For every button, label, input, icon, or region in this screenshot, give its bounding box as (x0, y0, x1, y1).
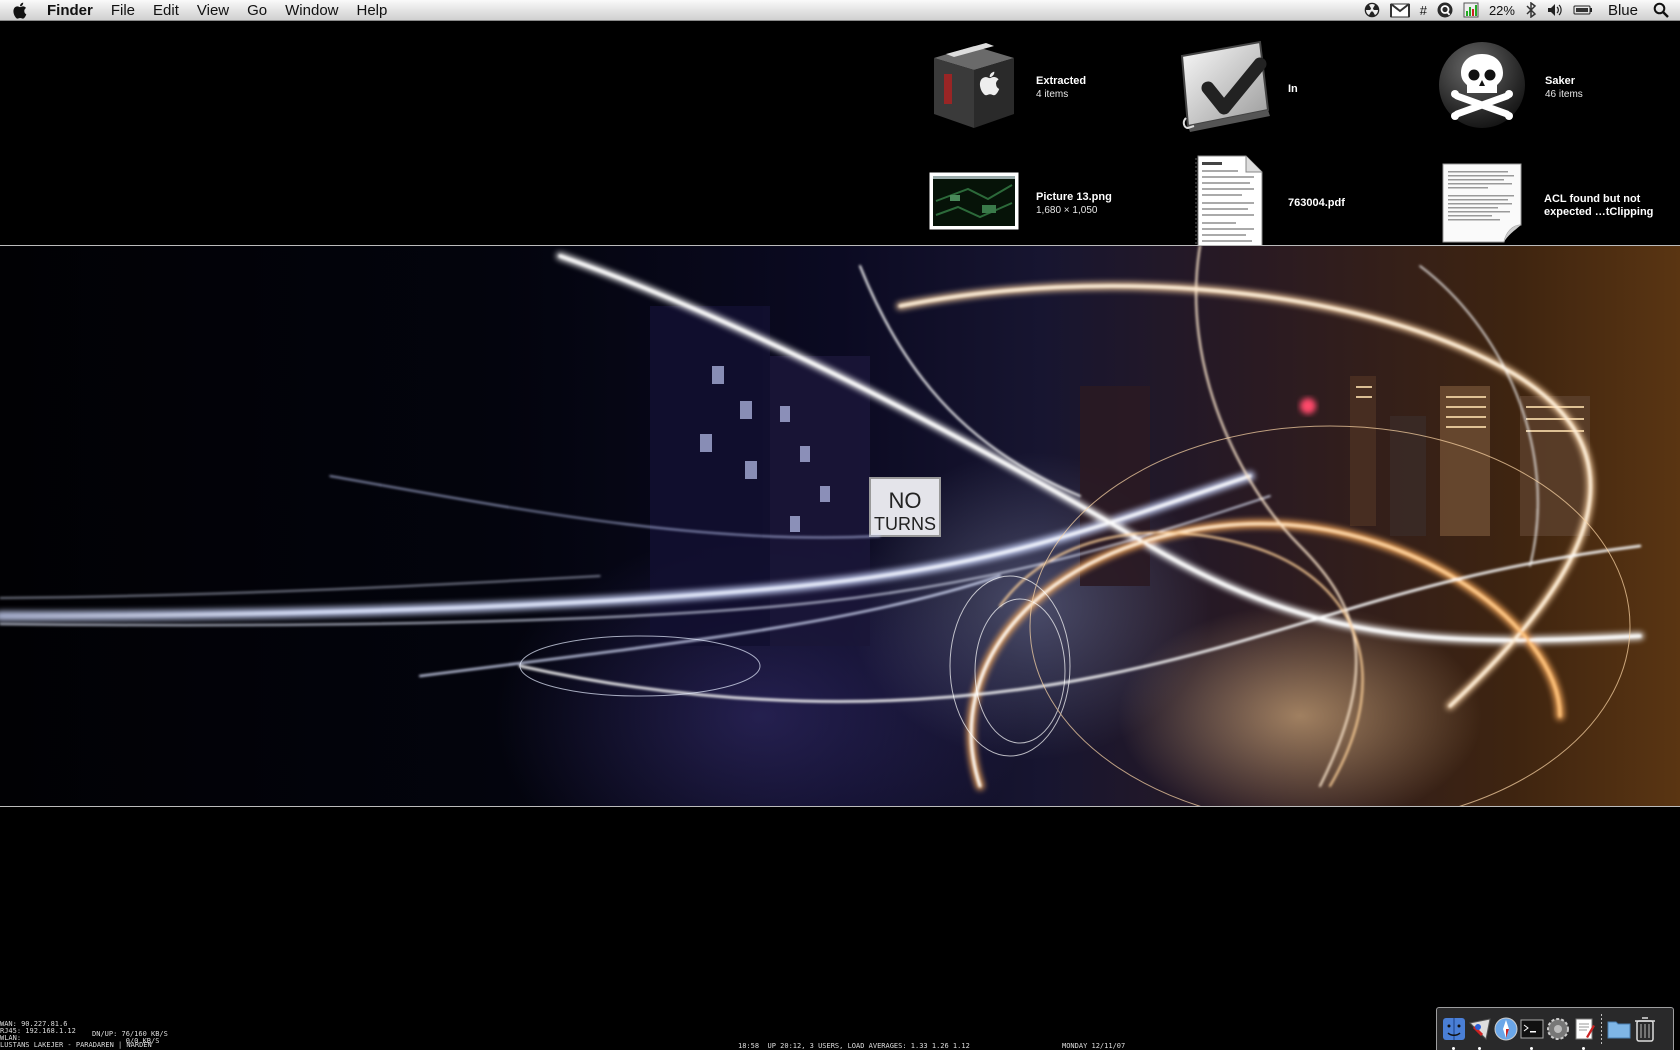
spotlight-search-icon[interactable] (1648, 0, 1674, 21)
item-info: 46 items (1545, 88, 1583, 100)
menu-file[interactable]: File (102, 0, 144, 21)
box-icon (928, 40, 1020, 135)
menu-app-finder[interactable]: Finder (38, 0, 102, 21)
hash-status-icon[interactable]: # (1415, 0, 1432, 21)
wallpaper-artwork: NO TURNS (0, 246, 1644, 806)
folder-icon[interactable] (1607, 1015, 1631, 1043)
battery-icon[interactable] (1568, 0, 1598, 21)
quicksilver-icon[interactable] (1432, 0, 1458, 21)
activity-monitor-icon[interactable] (1458, 0, 1484, 21)
desktop-item-extracted[interactable]: Extracted 4 items (928, 40, 1086, 135)
menu-window[interactable]: Window (276, 0, 347, 21)
fast-user-switch[interactable]: Blue (1598, 0, 1648, 21)
checkmark-folder-icon (1178, 38, 1274, 141)
gmail-icon[interactable] (1385, 0, 1415, 21)
trash-icon[interactable] (1633, 1015, 1657, 1043)
desktop-item-label: In (1288, 83, 1298, 96)
terminal-icon[interactable] (1520, 1015, 1544, 1050)
desktop-item-763004-pdf[interactable]: 763004.pdf (1194, 154, 1345, 253)
radiation-icon[interactable] (1359, 0, 1385, 21)
item-info: 1,680 × 1,050 (1036, 204, 1098, 216)
sign-text-no: NO (889, 488, 922, 513)
text-clipping-icon (1442, 163, 1522, 248)
no-turns-sign: NO TURNS (869, 477, 941, 537)
item-name: Picture 13.png (1036, 190, 1112, 203)
item-info: 4 items (1036, 88, 1069, 100)
item-name: 763004.pdf (1288, 197, 1345, 209)
apple-menu-icon[interactable] (0, 0, 38, 21)
desktop-item-saker[interactable]: Saker 46 items (1437, 40, 1583, 135)
desktop-item-label: 763004.pdf (1288, 197, 1345, 210)
dock-separator (1601, 1014, 1602, 1044)
network-traffic: DN/UP: 76/160 KB/S 0/0 KB/S (92, 1030, 168, 1045)
item-name: In (1288, 83, 1298, 95)
textedit-icon[interactable] (1572, 1015, 1596, 1050)
sign-text-turns: TURNS (874, 514, 936, 534)
wallpaper-image: NO TURNS (0, 245, 1680, 807)
safari-icon[interactable] (1494, 1015, 1518, 1043)
menu-edit[interactable]: Edit (144, 0, 188, 21)
item-name: Extracted (1036, 74, 1087, 87)
skull-icon (1437, 40, 1527, 135)
desktop-item-label: Saker 46 items (1545, 75, 1583, 101)
menu-view[interactable]: View (188, 0, 238, 21)
cpu-percent[interactable]: 22% (1484, 0, 1520, 21)
mail-icon[interactable] (1468, 1015, 1492, 1050)
desktop-item-picture-13[interactable]: Picture 13.png 1,680 × 1,050 (928, 171, 1112, 236)
date-display: MONDAY 12/11/07 (1062, 1042, 1126, 1050)
item-name: Saker (1545, 74, 1575, 87)
system-preferences-icon[interactable] (1546, 1015, 1570, 1043)
menu-help[interactable]: Help (348, 0, 397, 21)
desktop-item-in[interactable]: In (1178, 38, 1298, 141)
volume-icon[interactable] (1542, 0, 1568, 21)
desktop-screen: Finder File Edit View Go Window Help # 2… (0, 0, 1680, 1050)
desktop-item-label: ACL found but not expected …tClipping (1544, 193, 1664, 219)
desktop-item-acl-clipping[interactable]: ACL found but not expected …tClipping (1442, 163, 1664, 248)
uptime-load: 18:58 UP 20:12, 3 USERS, LOAD AVERAGES: … (738, 1042, 970, 1050)
pdf-document-icon (1194, 154, 1264, 253)
image-thumbnail-icon (928, 171, 1020, 236)
item-name: ACL found but not expected …tClipping (1544, 192, 1654, 218)
finder-icon[interactable] (1442, 1015, 1466, 1050)
menu-bar: Finder File Edit View Go Window Help # 2… (0, 0, 1680, 21)
dock (1436, 1007, 1674, 1050)
desktop-item-label: Picture 13.png 1,680 × 1,050 (1036, 191, 1112, 217)
menu-go[interactable]: Go (238, 0, 276, 21)
desktop-item-label: Extracted 4 items (1036, 75, 1086, 101)
bluetooth-icon[interactable] (1520, 0, 1542, 21)
